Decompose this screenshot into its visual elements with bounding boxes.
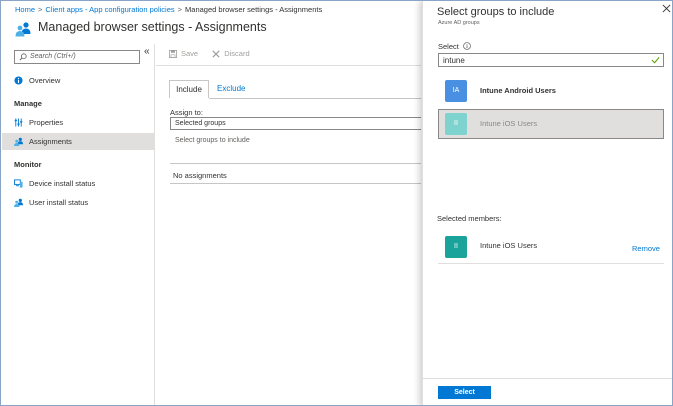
save-icon <box>169 50 177 58</box>
search-icon <box>19 53 27 61</box>
left-nav: Search (Ctrl+/) « Overview Manage Proper… <box>2 44 155 405</box>
nav-item-label: Properties <box>29 118 64 127</box>
avatar: IA <box>445 80 467 102</box>
select-groups-blade: Select groups to include Azure AD groups… <box>422 1 672 405</box>
nav-item-label: Overview <box>29 76 61 85</box>
breadcrumb-home[interactable]: Home <box>15 5 35 14</box>
people-icon <box>14 137 23 146</box>
selected-member-name: Intune iOS Users <box>480 241 538 250</box>
nav-item-label: Assignments <box>29 137 72 146</box>
page-title: Managed browser settings - Assignments <box>38 20 267 34</box>
nav-search-placeholder: Search (Ctrl+/) <box>30 53 76 60</box>
toolbar: Save Discard <box>169 48 262 60</box>
nav-item-overview[interactable]: Overview <box>2 72 154 89</box>
save-button[interactable]: Save <box>169 48 198 60</box>
discard-button[interactable]: Discard <box>212 48 250 60</box>
selected-members-label: Selected members: <box>437 214 502 223</box>
group-search-input[interactable] <box>438 53 664 67</box>
select-button[interactable]: Select <box>438 386 491 399</box>
select-groups-link[interactable]: Select groups to include <box>175 137 250 144</box>
people-icon <box>15 22 31 37</box>
nav-section-monitor: Monitor <box>14 160 42 169</box>
nav-item-label: User install status <box>29 198 89 207</box>
assign-to-dropdown[interactable]: Selected groups <box>170 117 421 130</box>
avatar: II <box>445 236 467 258</box>
assign-to-label: Assign to: <box>170 108 203 117</box>
blade-footer-divider <box>423 378 672 379</box>
nav-item-properties[interactable]: Properties <box>2 114 154 131</box>
nav-search-input[interactable]: Search (Ctrl+/) <box>14 50 140 64</box>
breadcrumb: Home > Client apps - App configuration pol… <box>15 5 322 15</box>
app-frame: Home > Client apps - App configuration pol… <box>0 0 673 406</box>
tabs-divider <box>209 98 421 99</box>
group-result-intune-android-users[interactable]: IA Intune Android Users <box>438 77 664 107</box>
people-icon <box>14 198 23 207</box>
breadcrumb-separator: > <box>38 5 43 14</box>
toolbar-divider <box>156 65 421 66</box>
nav-item-device-install-status[interactable]: Device install status <box>2 175 154 192</box>
info-circle-icon <box>14 76 23 85</box>
collapse-nav-button[interactable]: « <box>144 46 150 57</box>
group-result-name: Intune iOS Users <box>480 119 538 128</box>
nav-item-user-install-status[interactable]: User install status <box>2 194 154 211</box>
close-icon <box>212 50 220 58</box>
group-result-name: Intune Android Users <box>480 86 556 95</box>
nav-item-assignments[interactable]: Assignments <box>2 133 154 150</box>
blade-subtitle: Azure AD groups <box>438 20 480 26</box>
group-result-intune-ios-users[interactable]: II Intune iOS Users <box>438 109 664 139</box>
breadcrumb-separator: > <box>177 5 183 14</box>
remove-member-button[interactable]: Remove <box>632 233 660 265</box>
save-button-label: Save <box>181 49 199 58</box>
info-icon[interactable] <box>463 42 471 50</box>
select-field-label: Select <box>438 42 471 51</box>
close-icon[interactable] <box>662 4 671 13</box>
selected-member-intune-ios-users: II Intune iOS Users Remove <box>438 233 664 264</box>
breadcrumb-current: Managed browser settings - Assignments <box>185 5 323 14</box>
section-divider <box>170 163 421 164</box>
nav-item-label: Device install status <box>29 179 96 188</box>
no-assignments-text: No assignments <box>173 171 227 180</box>
discard-button-label: Discard <box>224 49 250 58</box>
blade-title: Select groups to include <box>437 6 555 18</box>
breadcrumb-client-apps[interactable]: Client apps - App configuration policies <box>45 5 174 14</box>
checkmark-icon <box>651 56 660 64</box>
avatar: II <box>445 113 467 135</box>
device-icon <box>14 179 23 188</box>
tab-exclude[interactable]: Exclude <box>217 80 245 98</box>
tab-include[interactable]: Include <box>169 80 209 98</box>
sliders-icon <box>14 118 23 127</box>
nav-section-manage: Manage <box>14 99 42 108</box>
section-divider <box>170 183 421 184</box>
select-label-text: Select <box>438 42 459 51</box>
